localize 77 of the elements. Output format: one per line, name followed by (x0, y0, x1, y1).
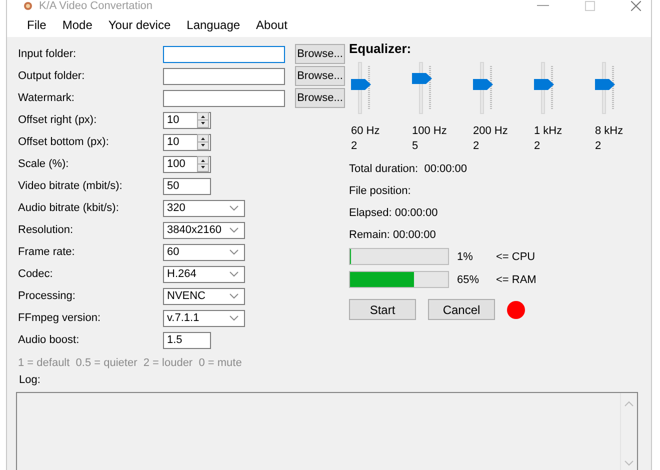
field-label: Codec: (18, 268, 54, 280)
menu-item[interactable]: File (19, 18, 54, 32)
chevron-down-icon (229, 205, 239, 211)
menu-item[interactable]: Mode (54, 18, 100, 32)
dropdown[interactable]: 3840x2160 (163, 222, 245, 238)
chevron-down-icon (229, 271, 239, 277)
number-spinner[interactable]: 100 (163, 156, 211, 172)
band-value: 2 (534, 139, 542, 154)
field-label: FFmpeg version: (18, 312, 102, 324)
meter-label: <= RAM (496, 274, 536, 286)
menu-item[interactable]: Your device (100, 18, 179, 32)
spinner-arrows-icon[interactable] (197, 112, 209, 128)
band-label: 60 Hz (351, 124, 381, 139)
field-label: Audio bitrate (kbit/s): (18, 202, 120, 214)
menu-item[interactable]: Language (178, 18, 248, 32)
field-label: Frame rate: (18, 246, 76, 258)
browse-button[interactable]: Browse... (295, 44, 345, 64)
status-text: Total duration: 00:00:00 (349, 163, 468, 176)
text-field[interactable] (163, 46, 285, 62)
text-field[interactable] (163, 68, 285, 84)
browse-button[interactable]: Browse... (295, 66, 345, 86)
slider-thumb[interactable] (595, 78, 615, 90)
meter-reading: 1% (456, 250, 474, 262)
slider-thumb[interactable] (534, 78, 554, 90)
app-icon (23, 1, 33, 11)
slider-thumb[interactable] (351, 78, 371, 90)
band-value: 2 (473, 139, 480, 154)
chevron-down-icon (229, 293, 239, 299)
dropdown[interactable]: 320 (163, 200, 245, 216)
action-button[interactable]: Cancel (428, 299, 495, 320)
band-label: 200 Hz (473, 124, 509, 139)
minimize-icon[interactable] (537, 5, 549, 7)
menu-item[interactable]: About (248, 18, 296, 32)
band-label: 8 kHz (595, 124, 624, 139)
status-text: Remain: 00:00:00 (349, 229, 437, 242)
close-icon[interactable] (631, 1, 641, 11)
meter-reading: 65% (456, 274, 480, 286)
field-label: Offset bottom (px): (18, 136, 110, 148)
field-label: Offset right (px): (18, 114, 98, 126)
field-label: Watermark: (18, 92, 76, 104)
field-label: Resolution: (18, 224, 74, 236)
text-field[interactable]: 1.5 (163, 332, 211, 348)
field-label: Scale (%): (18, 158, 70, 170)
action-button[interactable]: Start (349, 299, 416, 320)
log-label: Log: (18, 374, 42, 386)
chevron-down-icon (229, 227, 239, 233)
chevron-down-icon (229, 249, 239, 255)
slider-thumb[interactable] (473, 78, 493, 90)
chevron-down-icon (229, 315, 239, 321)
dropdown[interactable]: H.264 (163, 266, 245, 282)
number-spinner[interactable]: 10 (163, 134, 211, 150)
spinner-arrows-icon[interactable] (197, 156, 209, 172)
slider-thumb[interactable] (412, 72, 432, 84)
field-label: Processing: (18, 290, 76, 302)
meter-label: <= CPU (496, 250, 536, 262)
window-title: K/A Video Convertation (39, 0, 153, 12)
equalizer-title: Equalizer: (349, 41, 412, 56)
band-value: 2 (595, 139, 602, 154)
browse-button[interactable]: Browse... (295, 88, 345, 108)
field-label: Audio boost: (18, 334, 80, 346)
band-value: 2 (351, 139, 358, 154)
dropdown[interactable]: 60 (163, 244, 245, 260)
text-field[interactable] (163, 90, 285, 106)
band-label: 100 Hz (412, 124, 448, 139)
band-label: 1 kHz (534, 124, 564, 139)
field-label: Input folder: (18, 48, 78, 60)
dropdown[interactable]: v.7.1.1 (163, 310, 245, 326)
field-label: Video bitrate (mbit/s): (18, 180, 124, 192)
status-text: Elapsed: 00:00:00 (349, 207, 439, 220)
spinner-arrows-icon[interactable] (197, 134, 209, 150)
hint-text: 1 = default 0.5 = quieter 2 = louder 0 = mute (18, 357, 243, 369)
status-text: File position: (349, 185, 412, 198)
text-field[interactable]: 50 (163, 178, 211, 194)
band-value: 5 (412, 139, 420, 154)
dropdown[interactable]: NVENC (163, 288, 245, 304)
field-label: Output folder: (18, 70, 86, 82)
number-spinner[interactable]: 10 (163, 112, 211, 128)
